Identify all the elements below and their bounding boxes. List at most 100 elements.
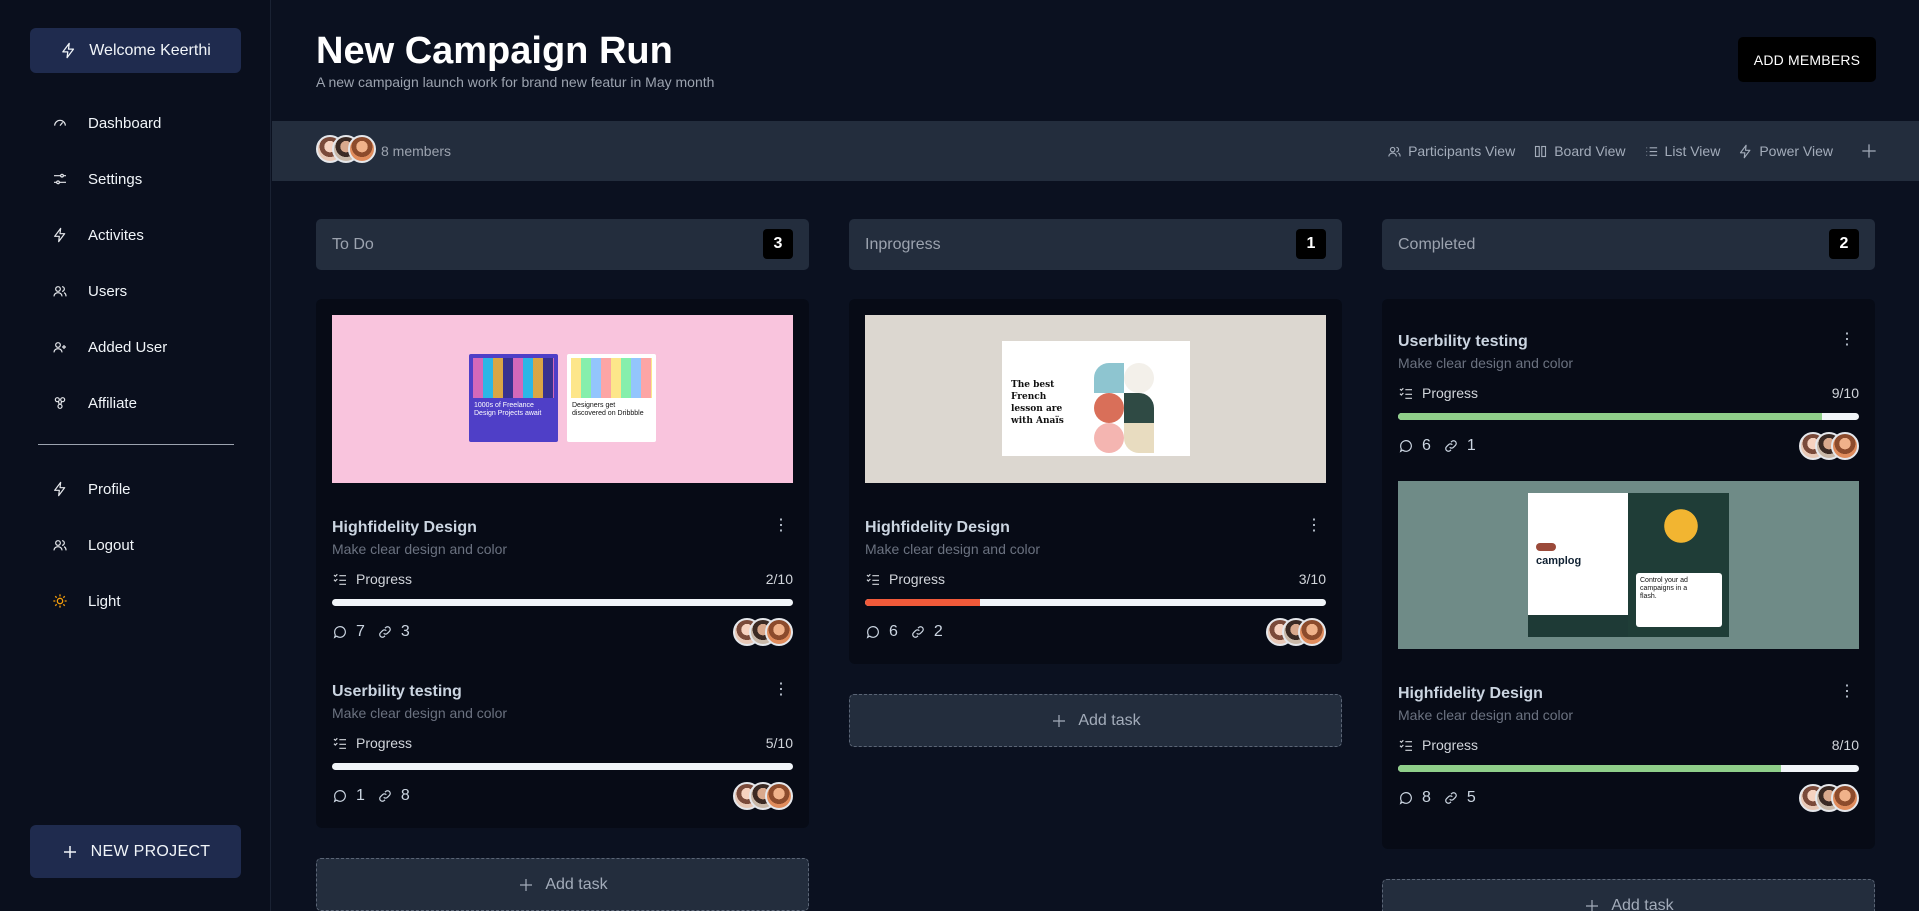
avatar: [765, 782, 793, 810]
progress-row: Progress 8/10: [1398, 737, 1859, 753]
more-icon[interactable]: ⋮: [1839, 329, 1855, 349]
card-thumbnail: 1000s of Freelance Design Projects await…: [332, 315, 793, 483]
checklist-icon: [333, 573, 346, 585]
comment-icon: [333, 626, 346, 639]
view-label: List View: [1664, 143, 1721, 159]
column-header-inprogress: Inprogress 1: [849, 219, 1342, 270]
users-icon: [1388, 146, 1401, 157]
sidebar-item-activites[interactable]: Activites: [0, 207, 271, 263]
progress-label: Progress: [889, 571, 946, 587]
card-avatars[interactable]: [1266, 618, 1326, 646]
view-switcher: Participants View Board View List View P…: [1387, 141, 1879, 161]
progress-label: Progress: [1422, 385, 1479, 401]
thumb-text: Control your ad campaigns in a flash.: [1640, 577, 1688, 600]
power-view-button[interactable]: Power View: [1738, 143, 1833, 159]
link-icon: [912, 626, 924, 638]
board-toolbar: 8 members Participants View Board View L…: [272, 121, 1919, 181]
participants-view-button[interactable]: Participants View: [1387, 143, 1515, 159]
add-task-button[interactable]: Add task: [1382, 879, 1875, 911]
users-icon: [53, 540, 67, 551]
affiliate-icon: [54, 397, 66, 409]
sidebar-item-logout[interactable]: Logout: [0, 517, 271, 573]
thumb-figure: [1656, 499, 1706, 559]
bolt-icon: [54, 227, 66, 243]
progress-fill: [865, 599, 981, 606]
comment-count: 6: [1422, 437, 1431, 454]
more-icon[interactable]: ⋮: [773, 679, 789, 699]
comment-icon: [1399, 792, 1412, 805]
card-avatars[interactable]: [733, 782, 793, 810]
welcome-label: Welcome Keerthi: [89, 41, 211, 59]
card-avatars[interactable]: [1799, 432, 1859, 460]
progress-fill: [1398, 765, 1781, 772]
page-subtitle[interactable]: A new campaign launch work for brand new…: [316, 74, 714, 90]
more-icon[interactable]: ⋮: [773, 515, 789, 535]
comment-icon: [333, 790, 346, 803]
progress-label: Progress: [356, 735, 413, 751]
card-title: Userbility testing: [332, 683, 462, 700]
link-count: 3: [400, 623, 410, 640]
board-view-button[interactable]: Board View: [1533, 143, 1626, 159]
add-task-button[interactable]: Add task: [316, 858, 809, 911]
card-meta: 7 3: [332, 618, 793, 646]
card-title: Highfidelity Design: [332, 519, 477, 536]
add-members-button[interactable]: ADD MEMBERS: [1738, 37, 1876, 82]
more-icon[interactable]: ⋮: [1839, 681, 1855, 701]
thumb-shape: [1094, 393, 1124, 423]
thumb-card: Control your ad campaigns in a flash.: [1636, 573, 1722, 627]
view-label: Board View: [1554, 143, 1626, 159]
progress-value: 3/10: [1298, 571, 1326, 587]
bolt-icon: [1740, 144, 1751, 158]
avatar: [765, 618, 793, 646]
sidebar-item-light[interactable]: Light: [0, 573, 271, 629]
add-task-label: Add task: [1078, 711, 1141, 729]
task-card[interactable]: camplog Control your ad campaigns in a f…: [1398, 481, 1859, 812]
member-avatars[interactable]: [316, 135, 376, 163]
sidebar-item-added-user[interactable]: Added User: [0, 319, 271, 375]
new-project-button[interactable]: NEW PROJECT: [30, 825, 241, 878]
avatar: [1298, 618, 1326, 646]
add-task-label: Add task: [545, 875, 608, 893]
user-plus-icon: [53, 342, 66, 353]
avatar: [348, 135, 376, 163]
thumb-panel: The best French lesson are with Anaïs: [1002, 341, 1190, 456]
column-header-todo: To Do 3: [316, 219, 809, 270]
link-icon: [379, 626, 391, 638]
sidebar-item-settings[interactable]: Settings: [0, 151, 271, 207]
sidebar-item-label: Dashboard: [88, 114, 162, 132]
column-title: Inprogress: [865, 235, 941, 253]
column-title: To Do: [332, 235, 374, 253]
sidebar-item-users[interactable]: Users: [0, 263, 271, 319]
toggle-shape: [1536, 543, 1556, 551]
list-view-button[interactable]: List View: [1644, 143, 1721, 159]
checklist-icon: [866, 573, 879, 585]
task-card[interactable]: Userbility testing ⋮ Make clear design a…: [332, 681, 793, 810]
add-view-icon[interactable]: [1859, 141, 1879, 161]
task-card[interactable]: 1000s of Freelance Design Projects await…: [332, 315, 793, 646]
card-avatars[interactable]: [1799, 784, 1859, 812]
sidebar-item-label: Affiliate: [88, 394, 137, 412]
more-icon[interactable]: ⋮: [1306, 515, 1322, 535]
sidebar-nav: Dashboard Settings Activites Users Added…: [0, 95, 271, 431]
task-card[interactable]: Userbility testing ⋮ Make clear design a…: [1398, 331, 1859, 460]
sidebar: Welcome Keerthi Dashboard Settings Activ…: [0, 0, 271, 911]
column-count-badge: 1: [1296, 229, 1326, 259]
progress-bar: [332, 599, 793, 606]
sidebar-item-label: Users: [88, 282, 128, 300]
progress-row: Progress 5/10: [332, 735, 793, 751]
sidebar-item-affiliate[interactable]: Affiliate: [0, 375, 271, 431]
sidebar-item-profile[interactable]: Profile: [0, 461, 271, 517]
card-avatars[interactable]: [733, 618, 793, 646]
comment-count: 7: [356, 623, 365, 640]
checklist-icon: [1399, 387, 1412, 399]
card-title: Userbility testing: [1398, 333, 1528, 350]
plus-icon: [520, 878, 533, 891]
checklist-icon: [1399, 739, 1412, 751]
add-task-button[interactable]: Add task: [849, 694, 1342, 747]
welcome-button[interactable]: Welcome Keerthi: [30, 28, 241, 73]
task-card[interactable]: The best French lesson are with Anaïs Hi…: [865, 315, 1326, 646]
main-content: New Campaign Run A new campaign launch w…: [272, 0, 1919, 911]
sidebar-item-dashboard[interactable]: Dashboard: [0, 95, 271, 151]
sidebar-item-label: Settings: [88, 170, 143, 188]
avatar: [1831, 784, 1859, 812]
